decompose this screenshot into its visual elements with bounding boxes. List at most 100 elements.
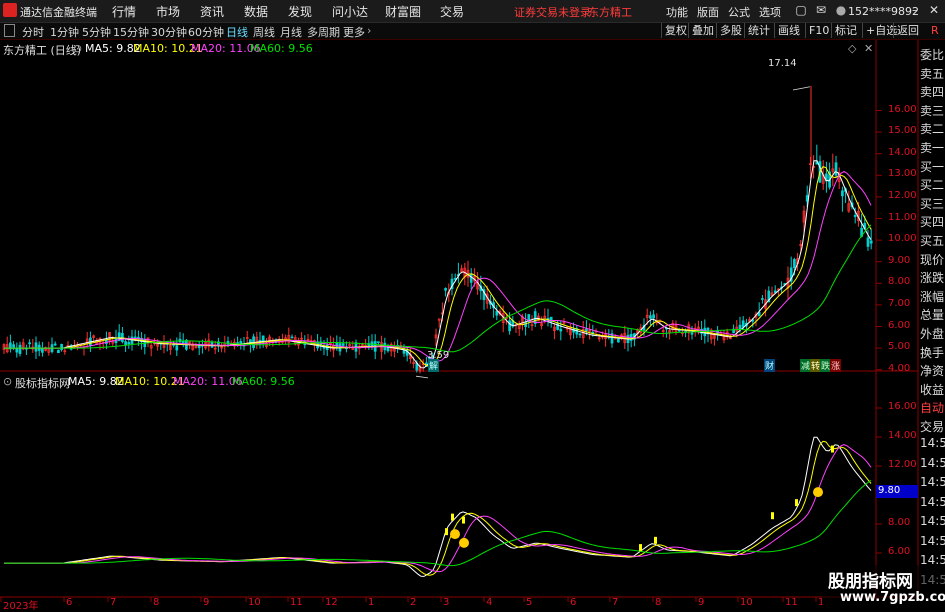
pane-options-icon[interactable]: ◇ [848,42,856,55]
period-fenshi[interactable]: 分时 [22,24,44,40]
candle-body [834,162,838,176]
quote-field-label: 卖五 [920,66,945,81]
corner-r-label[interactable]: R [928,23,942,38]
menu-gongneng[interactable]: 功能 [666,4,688,20]
current-value-tag: 9.80 [876,485,918,498]
menu-hangqing[interactable]: 行情 [112,3,136,20]
period-monthly[interactable]: 月线 [280,24,302,40]
quote-field-label: 涨跌 [920,271,945,286]
more-chevron-icon[interactable]: › [367,24,371,37]
candle-body [127,342,131,345]
quote-field-label: 收益 [920,382,945,397]
time-axis-label: 10 [740,597,753,608]
tick-time-label: 14:56 [920,533,945,548]
candle-body [690,332,694,335]
period-15min[interactable]: 15分钟 [113,24,149,40]
time-axis-label: 4 [486,597,493,608]
close-icon[interactable]: ✕ [925,2,943,19]
quote-field-label: 买三 [920,196,945,211]
smiley-signal-icon [450,529,460,540]
quote-field-label: 卖四 [920,85,945,100]
btn-biaoji[interactable]: 标记 [831,23,866,38]
main-price-tick: 11.00 [888,211,917,223]
candle-body [761,298,764,300]
btn-fuquan[interactable]: 复权 [661,23,690,38]
candle-body [649,315,652,319]
marker-zhang[interactable]: 涨 [830,359,842,372]
btn-diejia[interactable]: 叠加 [688,23,717,38]
time-axis-label: 7 [612,597,619,608]
period-30min[interactable]: 30分钟 [151,24,187,40]
menu-shichang[interactable]: 市场 [156,3,180,20]
time-axis-label: 11 [290,597,303,608]
candle-body [28,342,31,345]
high-price-label: 17.14 [768,58,797,69]
period-multi[interactable]: 多周期 [307,24,340,40]
btn-duogu[interactable]: 多股 [716,23,745,38]
btn-back[interactable]: 返回 [893,23,922,38]
signal-bar [771,512,774,520]
time-axis-label: 9 [203,597,210,608]
candle-body [12,344,15,348]
menu-jiaoyi[interactable]: 交易 [440,3,464,20]
candle-body [866,237,870,247]
btn-f10[interactable]: F10 [805,23,832,38]
message-icon[interactable]: ✉ [812,2,830,19]
quote-field-label: 委比 [920,48,945,62]
skin-icon[interactable]: ▢ [792,2,810,19]
sub-ma20-line [4,444,872,573]
settings-gear-icon[interactable]: ⊙ [73,42,82,55]
time-axis-label: 6 [570,597,577,608]
period-daily[interactable]: 日线 [226,24,248,40]
time-axis-label: 2 [410,597,417,608]
candle-body [124,341,127,346]
ma60-legend: MA60: 9.56 [250,42,313,55]
pane-close-icon[interactable]: ✕ [864,42,873,55]
panel-toggle-icon[interactable] [4,24,15,37]
btn-tongji[interactable]: 统计 [744,23,773,38]
quote-field-label: 交易 [920,420,945,434]
period-1min[interactable]: 1分钟 [50,24,79,40]
candle-body [377,341,380,344]
menu-faxian[interactable]: 发现 [288,3,312,20]
login-status[interactable]: 证券交易未登录 [514,4,591,20]
signal-bar [795,499,798,507]
candle-body [578,333,582,336]
current-stock-name: 东方精工 [588,6,632,19]
quote-field-label: 涨幅 [920,289,945,304]
sub-ma5-line [4,436,872,577]
marker-jie[interactable]: 解 [428,359,440,372]
menu-banmian[interactable]: 版面 [697,4,719,20]
period-60min[interactable]: 60分钟 [188,24,224,40]
signal-bar [639,544,642,552]
menu-zixun[interactable]: 资讯 [200,3,224,20]
marker-cai[interactable]: 财 [764,359,776,372]
candle-body [53,343,57,346]
period-weekly[interactable]: 周线 [253,24,275,40]
period-toolbar: 分时 1分钟 5分钟 15分钟 30分钟 60分钟 日线 周线 月线 多周期 更… [0,23,945,40]
candle-body [559,328,563,332]
period-5min[interactable]: 5分钟 [82,24,111,40]
menu-caifuquan[interactable]: 财富圈 [385,3,421,20]
signal-bar [831,445,834,453]
menu-wenxiaoda[interactable]: 问小达 [332,3,368,20]
main-price-tick: 16.00 [888,103,917,115]
ma10-line [4,165,872,367]
smiley-signal-icon [813,487,823,498]
watermark-url: www.7gpzb.com [840,590,945,605]
candle-body [175,345,179,351]
menu-shuju[interactable]: 数据 [244,3,268,20]
btn-huaxian[interactable]: 画线 [774,23,803,38]
menu-xuanxiang[interactable]: 选项 [759,4,781,20]
minimize-icon[interactable]: – [906,2,924,19]
signal-bar [462,516,465,524]
sub-pane-gear-icon[interactable]: ⊙ [3,375,12,388]
candle-body [57,349,60,354]
quote-field-label: 买五 [920,234,945,248]
menu-gongshi[interactable]: 公式 [728,4,750,20]
chart-canvas[interactable] [0,40,945,609]
low-pointer [415,375,429,379]
period-more[interactable]: 更多 [343,24,365,40]
signal-markers [445,445,834,552]
candle-body [341,343,345,346]
